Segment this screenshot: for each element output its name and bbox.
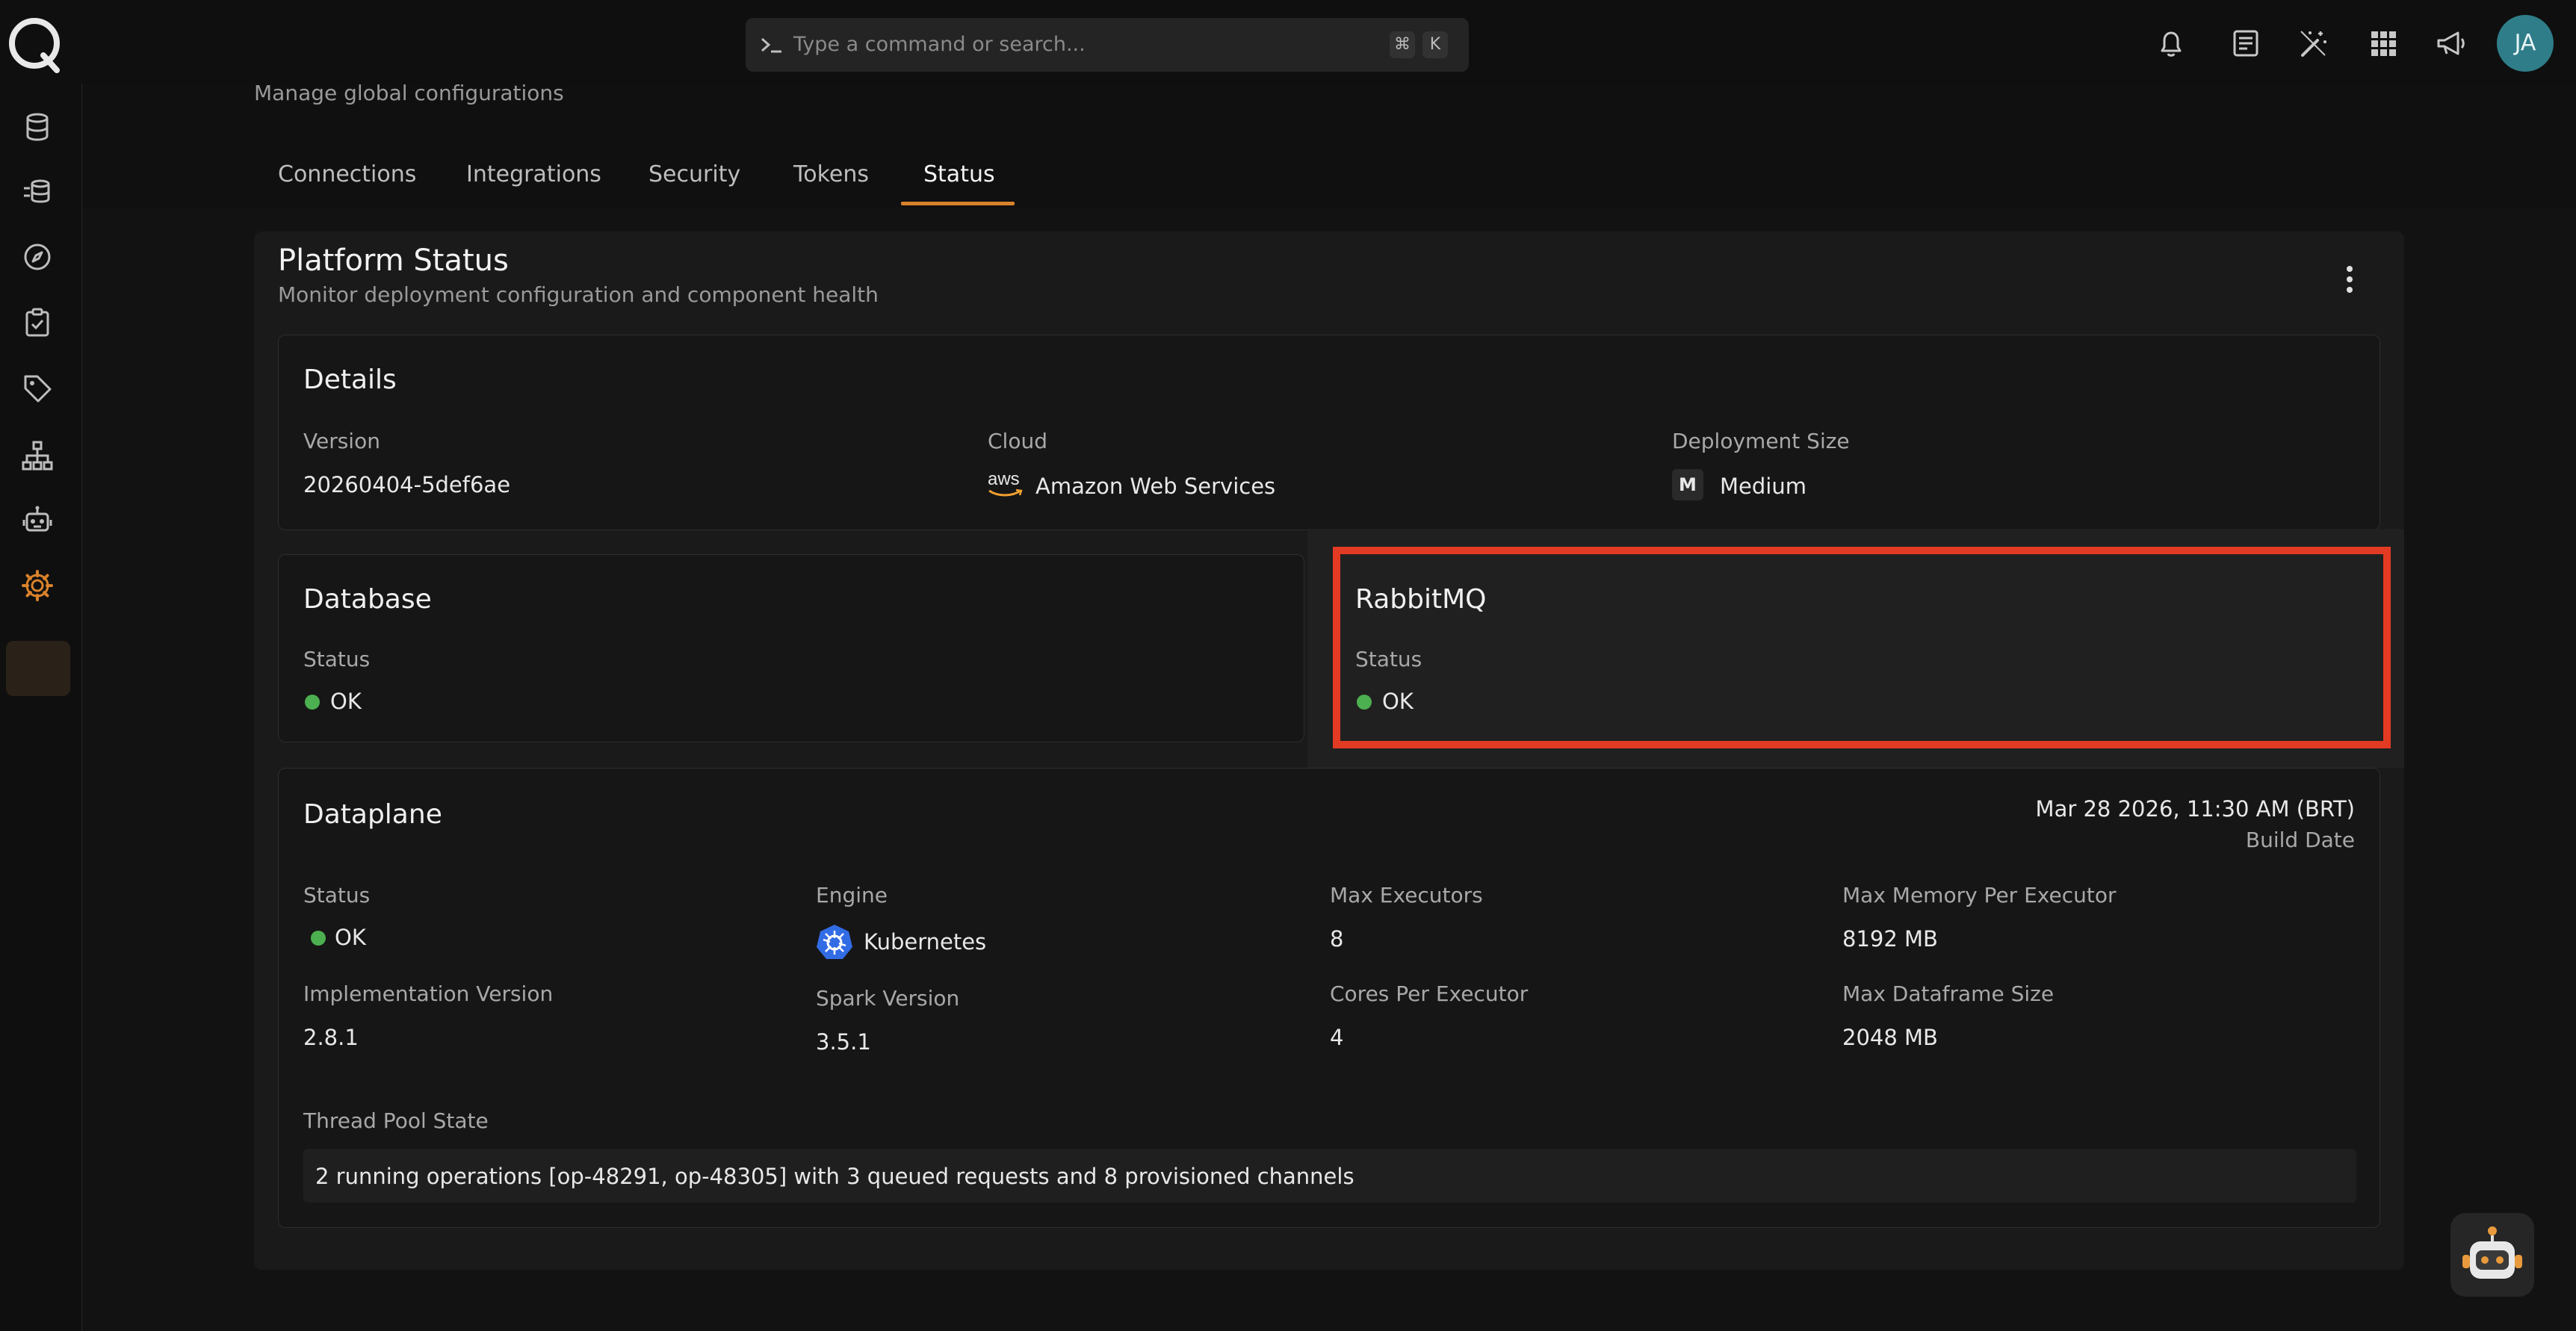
database-icon[interactable] [19, 109, 55, 145]
database-status-value: OK [330, 689, 362, 714]
robot-assistant-icon [2462, 1226, 2522, 1279]
highlight-box [1333, 547, 2391, 748]
clipboard-check-icon[interactable] [19, 305, 55, 341]
dataplane-status-label: Status [303, 883, 371, 908]
deployment-size-label: Deployment Size [1672, 429, 1850, 453]
dataplane-status-value: OK [335, 925, 366, 950]
cores-per-executor-value: 4 [1330, 1025, 1344, 1050]
shortcut-cmd-key: ⌘ [1390, 31, 1415, 58]
aws-smile-icon [988, 488, 1023, 497]
tag-icon[interactable] [19, 370, 55, 406]
size-badge-icon: M [1672, 469, 1703, 500]
version-value: 20260404-5def6ae [303, 472, 511, 497]
spark-version-value: 3.5.1 [816, 1029, 871, 1055]
user-avatar[interactable]: JA [2497, 15, 2554, 72]
build-date-value: Mar 28 2026, 11:30 AM (BRT) [2035, 796, 2355, 822]
max-executors-label: Max Executors [1330, 883, 1483, 908]
rabbitmq-status-dot [1357, 695, 1372, 710]
deployment-size-value: Medium [1720, 474, 1806, 499]
spark-version-label: Spark Version [816, 986, 960, 1011]
terminal-prompt-icon [761, 37, 781, 53]
database-title: Database [303, 584, 432, 615]
active-tab-indicator [901, 202, 1015, 205]
data-stack-icon[interactable] [19, 173, 55, 209]
version-label: Version [303, 429, 380, 453]
command-search-input[interactable]: Type a command or search... ⌘ K [746, 18, 1469, 72]
engine-label: Engine [816, 883, 888, 908]
magic-wand-icon[interactable] [2295, 25, 2331, 61]
rabbitmq-title: RabbitMQ [1355, 584, 1487, 615]
thread-pool-value: 2 running operations [op-48291, op-48305… [315, 1164, 1354, 1189]
cloud-value: Amazon Web Services [1035, 474, 1276, 499]
database-panel [278, 554, 1304, 742]
dataplane-status-dot [311, 931, 326, 946]
more-options-icon[interactable] [2338, 261, 2361, 297]
top-bar: Type a command or search... ⌘ K JA [0, 0, 2576, 84]
implementation-version-label: Implementation Version [303, 981, 554, 1006]
details-panel [278, 335, 2380, 530]
aws-logo-icon: aws [986, 469, 1025, 499]
app-logo-icon[interactable] [4, 13, 64, 73]
max-dataframe-size-label: Max Dataframe Size [1842, 981, 2055, 1006]
assistant-bot-button[interactable] [2450, 1213, 2534, 1297]
details-title: Details [303, 364, 397, 395]
robot-icon[interactable] [19, 502, 55, 538]
thread-pool-label: Thread Pool State [303, 1108, 489, 1133]
tab-connections[interactable]: Connections [278, 161, 416, 187]
build-date-label: Build Date [2245, 828, 2355, 852]
database-status-label: Status [303, 647, 371, 671]
card-title: Platform Status [278, 243, 509, 278]
max-executors-value: 8 [1330, 926, 1344, 952]
cloud-label: Cloud [988, 429, 1047, 453]
page-subtitle: Manage global configurations [254, 81, 564, 105]
tab-integrations[interactable]: Integrations [466, 161, 601, 187]
gear-icon[interactable] [19, 568, 55, 604]
kubernetes-icon [817, 925, 852, 959]
search-placeholder: Type a command or search... [793, 33, 1086, 56]
document-icon[interactable] [2228, 25, 2264, 61]
compass-icon[interactable] [19, 239, 55, 275]
sidebar [0, 84, 82, 1331]
max-dataframe-size-value: 2048 MB [1842, 1025, 1938, 1050]
sidebar-active-indicator [6, 641, 70, 696]
max-memory-label: Max Memory Per Executor [1842, 883, 2117, 908]
shortcut-k-key: K [1422, 31, 1448, 58]
implementation-version-value: 2.8.1 [303, 1025, 359, 1050]
bell-icon[interactable] [2153, 25, 2189, 61]
aws-logo-text: aws [988, 469, 1020, 489]
tab-status[interactable]: Status [923, 161, 995, 187]
rabbitmq-status-label: Status [1355, 647, 1422, 671]
tab-tokens[interactable]: Tokens [793, 161, 869, 187]
tab-security[interactable]: Security [648, 161, 740, 187]
cores-per-executor-label: Cores Per Executor [1330, 981, 1529, 1006]
engine-value: Kubernetes [864, 929, 987, 955]
rabbitmq-status-value: OK [1382, 689, 1414, 714]
dataplane-title: Dataplane [303, 799, 442, 830]
hierarchy-icon[interactable] [19, 438, 55, 474]
megaphone-icon[interactable] [2433, 25, 2468, 61]
card-subtitle: Monitor deployment configuration and com… [278, 282, 879, 307]
max-memory-value: 8192 MB [1842, 926, 1938, 952]
database-status-dot [305, 695, 320, 710]
apps-grid-icon[interactable] [2365, 25, 2401, 61]
